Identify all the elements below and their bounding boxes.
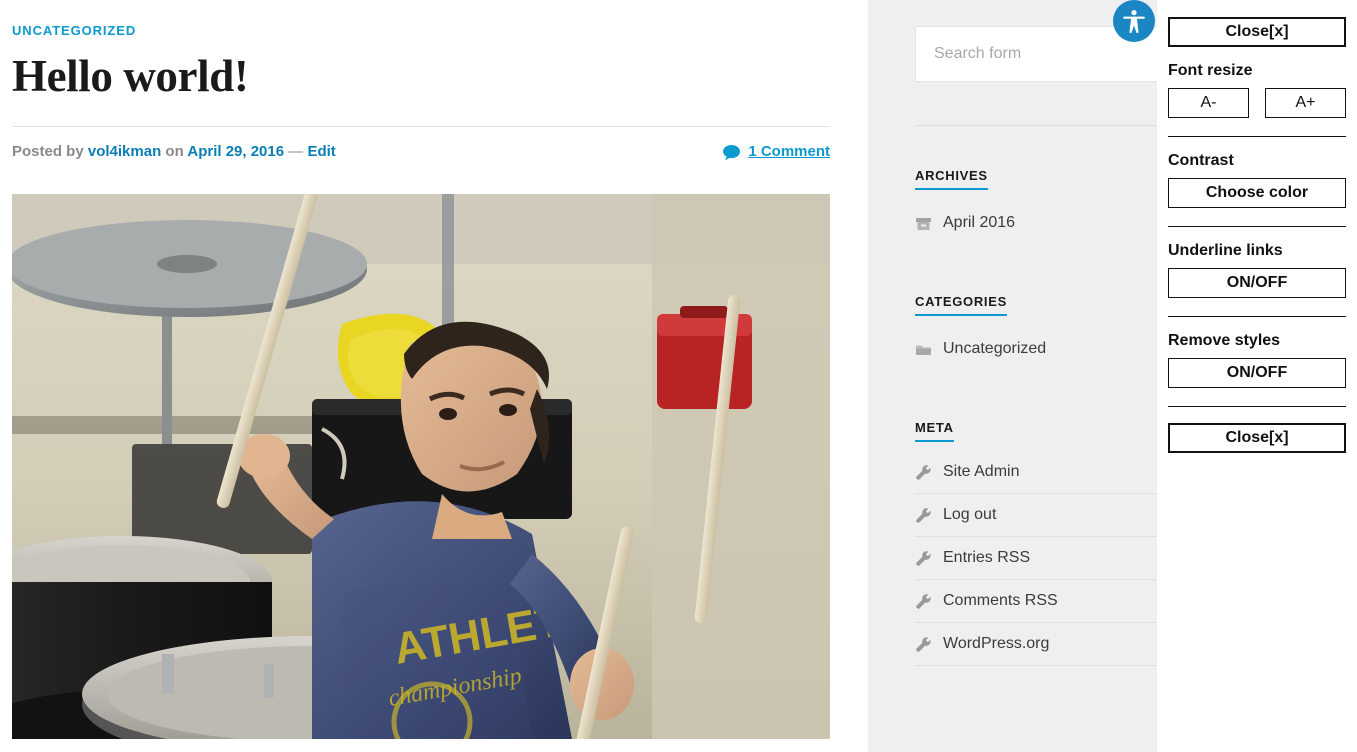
list-item[interactable]: WordPress.org	[915, 623, 1159, 666]
folder-icon	[915, 341, 932, 358]
meta-dash: —	[288, 143, 304, 160]
post-byline: Posted by vol4ikman on April 29, 2016 — …	[12, 142, 336, 162]
featured-image: ATHLETI championship	[12, 194, 830, 739]
wrench-icon	[915, 593, 932, 610]
underline-links-group: Underline links ON/OFF	[1168, 241, 1346, 298]
widget-meta: META Site Admin Log out Entries RSS Comm…	[915, 419, 1159, 666]
list-item-label: Uncategorized	[943, 340, 1047, 357]
page-root: UNCATEGORIZED Hello world! Posted by vol…	[0, 0, 1357, 752]
comments-link[interactable]: 1 Comment	[723, 142, 830, 162]
categories-list: Uncategorized	[915, 329, 1159, 369]
post-meta: Posted by vol4ikman on April 29, 2016 — …	[12, 142, 830, 162]
wrench-icon	[915, 464, 932, 481]
wrench-icon	[915, 636, 932, 653]
list-item-label: April 2016	[943, 214, 1016, 231]
widget-title-meta: META	[915, 420, 954, 442]
sidebar-widgets: ARCHIVES April 2016	[915, 0, 1159, 666]
list-item[interactable]: April 2016	[915, 203, 1159, 243]
on-label: on	[165, 143, 184, 160]
panel-divider-3	[1168, 316, 1346, 317]
list-item[interactable]: Entries RSS	[915, 537, 1159, 580]
widget-categories: CATEGORIES Uncategorized	[915, 293, 1159, 369]
widget-archives: ARCHIVES April 2016	[915, 167, 1159, 243]
widget-title-categories: CATEGORIES	[915, 294, 1007, 316]
posted-by-label: Posted by	[12, 143, 84, 160]
font-increase-button[interactable]: A+	[1265, 88, 1346, 118]
choose-color-button[interactable]: Choose color	[1168, 178, 1346, 208]
list-item-label: Site Admin	[943, 463, 1020, 480]
wrench-icon	[915, 507, 932, 524]
list-item[interactable]: Uncategorized	[915, 329, 1159, 369]
comment-bubble-icon	[723, 144, 741, 160]
widget-divider-1	[915, 125, 1159, 126]
panel-divider-2	[1168, 226, 1346, 227]
list-item[interactable]: Site Admin	[915, 451, 1159, 494]
widget-title-archives: ARCHIVES	[915, 168, 988, 190]
list-item[interactable]: Log out	[915, 494, 1159, 537]
meta-list: Site Admin Log out Entries RSS Comments …	[915, 451, 1159, 666]
list-item-label: Comments RSS	[943, 592, 1058, 609]
accessibility-toggle-button[interactable]	[1113, 0, 1155, 42]
font-decrease-button[interactable]: A-	[1168, 88, 1249, 118]
archive-box-icon	[915, 215, 932, 232]
page-title: Hello world!	[12, 51, 249, 101]
font-resize-label: Font resize	[1168, 62, 1253, 79]
post-date-link[interactable]: April 29, 2016	[187, 143, 284, 160]
main-content: UNCATEGORIZED Hello world! Posted by vol…	[0, 0, 868, 752]
list-item-label: Log out	[943, 506, 997, 523]
accessibility-person-icon	[1121, 8, 1147, 34]
archives-list: April 2016	[915, 203, 1159, 243]
remove-styles-label: Remove styles	[1168, 332, 1281, 349]
wrench-icon	[915, 550, 932, 567]
contrast-label: Contrast	[1168, 152, 1234, 169]
post-category-link[interactable]: UNCATEGORIZED	[12, 22, 830, 40]
font-resize-row: A- A+	[1168, 88, 1346, 118]
underline-links-label: Underline links	[1168, 242, 1283, 259]
comments-count-label: 1 Comment	[748, 143, 830, 160]
post-author-link[interactable]: vol4ikman	[88, 143, 161, 160]
contrast-group: Contrast Choose color	[1168, 151, 1346, 208]
post-article: UNCATEGORIZED Hello world! Posted by vol…	[0, 22, 868, 162]
accessibility-close-bottom-button[interactable]: Close[x]	[1168, 423, 1346, 453]
list-item[interactable]: Comments RSS	[915, 580, 1159, 623]
accessibility-panel: Close[x] Font resize A- A+ Contrast Choo…	[1157, 0, 1357, 752]
post-edit-link[interactable]: Edit	[307, 143, 335, 160]
remove-styles-toggle[interactable]: ON/OFF	[1168, 358, 1346, 388]
font-resize-group: Font resize A- A+	[1168, 61, 1346, 118]
list-item-label: Entries RSS	[943, 549, 1031, 566]
accessibility-close-top-button[interactable]: Close[x]	[1168, 17, 1346, 47]
list-item-label: WordPress.org	[943, 635, 1050, 652]
panel-divider-1	[1168, 136, 1346, 137]
underline-links-toggle[interactable]: ON/OFF	[1168, 268, 1346, 298]
title-divider	[12, 126, 830, 127]
remove-styles-group: Remove styles ON/OFF	[1168, 331, 1346, 388]
